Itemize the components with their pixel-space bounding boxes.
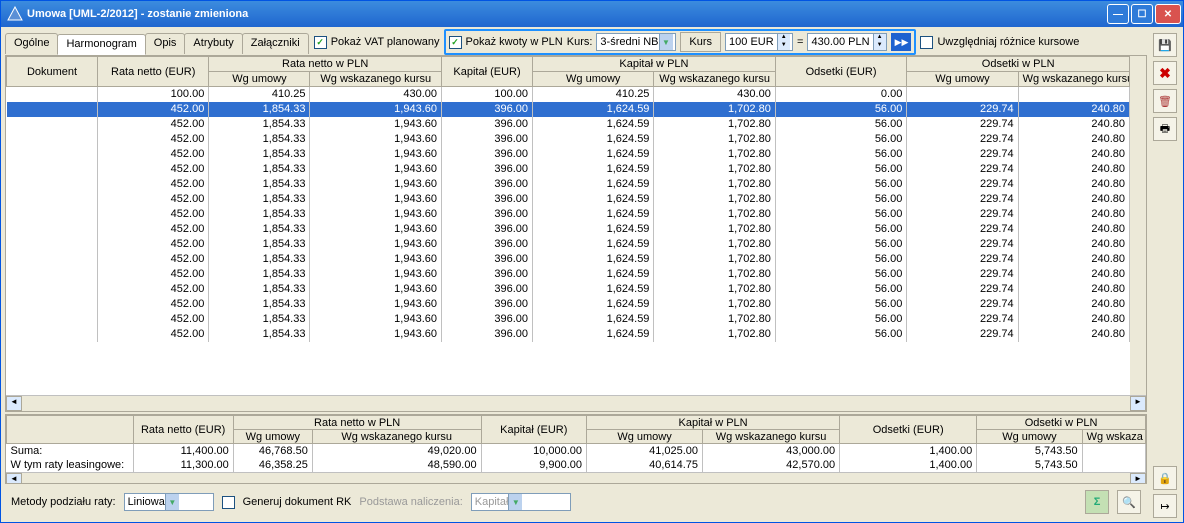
scroll-left-icon[interactable]: ◄: [6, 473, 22, 485]
kurs-type-combo[interactable]: 3-średni NB▼: [596, 33, 676, 51]
spin-up-icon[interactable]: ▲: [874, 34, 886, 42]
chevron-down-icon[interactable]: ▼: [659, 34, 673, 50]
generuj-label: Generuj dokument RK: [243, 496, 352, 508]
sum-kpln[interactable]: Kapitał w PLN: [587, 416, 840, 430]
uwzgl-label: Uwzględniaj różnice kursowe: [937, 36, 1079, 48]
table-row[interactable]: 452.001,854.331,943.60396.001,624.591,70…: [7, 177, 1130, 192]
tab-opis[interactable]: Opis: [145, 33, 186, 54]
summary-table[interactable]: Rata netto (EUR) Rata netto w PLN Kapita…: [6, 415, 1146, 472]
sum-oeur[interactable]: Odsetki (EUR): [840, 416, 977, 444]
bottom-bar: Metody podziału raty: Liniowa▼ ✓ Generuj…: [5, 486, 1147, 518]
metody-combo[interactable]: Liniowa▼: [124, 493, 214, 511]
scroll-right-icon[interactable]: ►: [1130, 473, 1146, 485]
sum-rnpln[interactable]: Rata netto w PLN: [233, 416, 481, 430]
side-toolbar: 💾 ✖ 🗑 🖶 🔒 ↦: [1151, 31, 1179, 518]
table-row[interactable]: 452.001,854.331,943.60396.001,624.591,70…: [7, 192, 1130, 207]
chevron-down-icon[interactable]: ▼: [508, 494, 522, 510]
tab-ogólne[interactable]: Ogólne: [5, 33, 58, 54]
col-wg-umowy[interactable]: Wg umowy: [209, 72, 310, 87]
summary-row: Suma:11,400.0046,768.5049,020.0010,000.0…: [7, 444, 1146, 458]
col-wg-umowy[interactable]: Wg umowy: [533, 72, 654, 87]
eur-amount-input[interactable]: 100 EUR▲▼: [725, 33, 793, 51]
table-row[interactable]: 452.001,854.331,943.60396.001,624.591,70…: [7, 282, 1130, 297]
title-bar: Umowa [UML-2/2012] - zostanie zmieniona …: [1, 1, 1183, 27]
table-row[interactable]: 452.001,854.331,943.60396.001,624.591,70…: [7, 132, 1130, 147]
app-icon: [7, 6, 23, 22]
tab-atrybuty[interactable]: Atrybuty: [184, 33, 242, 54]
print-button[interactable]: 🖶: [1153, 117, 1177, 141]
chevron-down-icon[interactable]: ▼: [165, 494, 179, 510]
exit-button[interactable]: ↦: [1153, 494, 1177, 518]
spin-down-icon[interactable]: ▼: [778, 42, 790, 50]
pokaz-vat-label: Pokaż VAT planowany: [331, 36, 440, 48]
summary-horizontal-scrollbar[interactable]: ◄►: [6, 472, 1146, 485]
sum-opln[interactable]: Odsetki w PLN: [977, 416, 1146, 430]
table-row[interactable]: 452.001,854.331,943.60396.001,624.591,70…: [7, 297, 1130, 312]
window-title: Umowa [UML-2/2012] - zostanie zmieniona: [27, 8, 1107, 20]
pokaz-kwoty-label: Pokaż kwoty w PLN: [466, 36, 563, 48]
col-kapital-eur[interactable]: Kapitał (EUR): [442, 57, 533, 87]
vertical-scrollbar[interactable]: [1130, 56, 1146, 395]
sigma-button[interactable]: Σ: [1085, 490, 1109, 514]
summary-row: W tym raty leasingowe:11,300.0046,358.25…: [7, 458, 1146, 472]
uwzgl-checkbox[interactable]: ✓: [920, 36, 933, 49]
col-odsetki-eur[interactable]: Odsetki (EUR): [775, 57, 907, 87]
podstawa-label: Podstawa naliczenia:: [359, 496, 462, 508]
col-kapital-pln[interactable]: Kapitał w PLN: [533, 57, 776, 72]
table-row[interactable]: 452.001,854.331,943.60396.001,624.591,70…: [7, 267, 1130, 282]
spin-down-icon[interactable]: ▼: [874, 42, 886, 50]
scroll-left-icon[interactable]: ◄: [6, 396, 22, 411]
table-row[interactable]: 452.001,854.331,943.60396.001,624.591,70…: [7, 102, 1130, 117]
pln-amount-input[interactable]: 430.00 PLN▲▼: [807, 33, 887, 51]
delete-button[interactable]: ✖: [1153, 61, 1177, 85]
table-row[interactable]: 452.001,854.331,943.60396.001,624.591,70…: [7, 252, 1130, 267]
kurs-highlight-box: ✓ Pokaż kwoty w PLN Kurs: 3-średni NB▼ K…: [444, 29, 917, 55]
equals-label: =: [797, 36, 803, 48]
table-row[interactable]: 452.001,854.331,943.60396.001,624.591,70…: [7, 117, 1130, 132]
minimize-button[interactable]: —: [1107, 4, 1129, 24]
col-wg-kursu[interactable]: Wg wskazanego kursu: [654, 72, 775, 87]
horizontal-scrollbar[interactable]: ◄►: [6, 395, 1146, 411]
metody-label: Metody podziału raty:: [11, 496, 116, 508]
scroll-right-icon[interactable]: ►: [1130, 396, 1146, 411]
col-rata-netto-eur[interactable]: Rata netto (EUR): [98, 57, 209, 87]
sum-keur[interactable]: Kapitał (EUR): [481, 416, 586, 444]
col-wg-kursu[interactable]: Wg wskazanego kursu: [1018, 72, 1129, 87]
col-rata-netto-pln[interactable]: Rata netto w PLN: [209, 57, 442, 72]
table-row[interactable]: 452.001,854.331,943.60396.001,624.591,70…: [7, 327, 1130, 342]
maximize-button[interactable]: ☐: [1131, 4, 1153, 24]
pokaz-kwoty-checkbox[interactable]: ✓: [449, 36, 462, 49]
generuj-checkbox[interactable]: ✓: [222, 496, 235, 509]
close-button[interactable]: ✕: [1155, 4, 1181, 24]
table-row[interactable]: 100.00410.25430.00100.00410.25430.000.00: [7, 87, 1130, 102]
col-wg-kursu[interactable]: Wg wskazanego kursu: [310, 72, 442, 87]
summary-grid: Rata netto (EUR) Rata netto w PLN Kapita…: [5, 414, 1147, 484]
col-wg-umowy[interactable]: Wg umowy: [907, 72, 1018, 87]
kurs-label: Kurs:: [567, 36, 593, 48]
table-row[interactable]: 452.001,854.331,943.60396.001,624.591,70…: [7, 207, 1130, 222]
col-odsetki-pln[interactable]: Odsetki w PLN: [907, 57, 1130, 72]
table-row[interactable]: 452.001,854.331,943.60396.001,624.591,70…: [7, 222, 1130, 237]
table-row[interactable]: 452.001,854.331,943.60396.001,624.591,70…: [7, 237, 1130, 252]
tab-bar: OgólneHarmonogramOpisAtrybutyZałączniki …: [5, 31, 1147, 53]
next-button[interactable]: ▶▶: [891, 33, 911, 51]
spin-up-icon[interactable]: ▲: [778, 34, 790, 42]
kurs-button[interactable]: Kurs: [680, 32, 721, 52]
lock-button[interactable]: 🔒: [1153, 466, 1177, 490]
app-window: Umowa [UML-2/2012] - zostanie zmieniona …: [0, 0, 1184, 523]
podstawa-combo[interactable]: Kapitał▼: [471, 493, 571, 511]
sum-rneur[interactable]: Rata netto (EUR): [133, 416, 233, 444]
table-row[interactable]: 452.001,854.331,943.60396.001,624.591,70…: [7, 162, 1130, 177]
tab-harmonogram[interactable]: Harmonogram: [57, 34, 145, 55]
trash-button[interactable]: 🗑: [1153, 89, 1177, 113]
table-row[interactable]: 452.001,854.331,943.60396.001,624.591,70…: [7, 147, 1130, 162]
save-button[interactable]: 💾: [1153, 33, 1177, 57]
main-grid: Dokument Rata netto (EUR) Rata netto w P…: [5, 55, 1147, 412]
tab-załączniki[interactable]: Załączniki: [242, 33, 309, 54]
table-row[interactable]: 452.001,854.331,943.60396.001,624.591,70…: [7, 312, 1130, 327]
schedule-table[interactable]: Dokument Rata netto (EUR) Rata netto w P…: [6, 56, 1130, 342]
col-dokument[interactable]: Dokument: [7, 57, 98, 87]
pokaz-vat-checkbox[interactable]: ✓: [314, 36, 327, 49]
search-button[interactable]: 🔍: [1117, 490, 1141, 514]
